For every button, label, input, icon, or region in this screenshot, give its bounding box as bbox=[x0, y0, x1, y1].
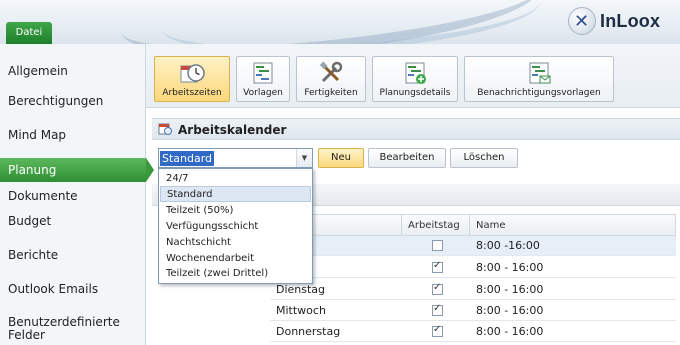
section-title: Arbeitskalender bbox=[178, 123, 287, 137]
table-row[interactable]: Mittwoch 8:00 - 16:00 bbox=[270, 301, 676, 321]
sidebar: Allgemein Berechtigungen Mind Map Planun… bbox=[0, 44, 154, 345]
workday-checkbox[interactable] bbox=[432, 260, 443, 273]
sidebar-item-budget[interactable]: Budget bbox=[0, 210, 146, 232]
section-header: Arbeitskalender bbox=[152, 118, 680, 140]
name-cell: 8:00 - 16:00 bbox=[476, 325, 544, 338]
table-row[interactable]: g 8:00 - 16:00 bbox=[270, 258, 676, 278]
name-cell: 8:00 -16:00 bbox=[476, 239, 540, 252]
edit-button[interactable]: Bearbeiten bbox=[368, 148, 446, 168]
dropdown-option[interactable]: Teilzeit (50%) bbox=[160, 203, 311, 219]
name-cell: 8:00 - 16:00 bbox=[476, 283, 544, 296]
planning-details-icon bbox=[405, 62, 426, 84]
dropdown-option[interactable]: 24/7 bbox=[160, 171, 311, 187]
sidebar-item-planung[interactable]: Planung bbox=[0, 158, 154, 182]
name-cell: 8:00 - 16:00 bbox=[476, 304, 544, 317]
ribbon-button-label: Fertigkeiten bbox=[304, 88, 358, 98]
column-header-name[interactable]: Name bbox=[470, 214, 676, 236]
ribbon-button-label: Planungsdetails bbox=[379, 88, 451, 98]
inloox-logo-icon: ✕ bbox=[568, 7, 596, 35]
dropdown-option[interactable]: Nachtschicht bbox=[160, 235, 311, 251]
ribbon-button-label: Vorlagen bbox=[243, 88, 283, 98]
column-header-workday[interactable]: Arbeitstag bbox=[402, 214, 470, 236]
workday-checkbox[interactable] bbox=[432, 282, 443, 295]
ribbon-button-vorlagen[interactable]: Vorlagen bbox=[236, 56, 290, 102]
calendar-icon bbox=[158, 123, 172, 135]
name-cell: 8:00 - 16:00 bbox=[476, 261, 544, 274]
dropdown-option[interactable]: Wochenendarbeit bbox=[160, 251, 311, 267]
sidebar-item-benutzerdefinierte-felder[interactable]: Benutzerdefinierte Felder bbox=[0, 316, 146, 345]
chevron-down-icon[interactable]: ▼ bbox=[296, 149, 312, 167]
calendar-select-value: Standard bbox=[160, 151, 215, 166]
workday-checkbox[interactable] bbox=[432, 324, 443, 337]
new-button[interactable]: Neu bbox=[318, 148, 364, 168]
template-icon bbox=[253, 62, 273, 84]
table-row[interactable]: Dienstag 8:00 - 16:00 bbox=[270, 280, 676, 300]
day-cell: Donnerstag bbox=[276, 325, 341, 338]
file-tab[interactable]: Datei bbox=[6, 22, 52, 44]
sidebar-item-mind-map[interactable]: Mind Map bbox=[0, 124, 146, 146]
ribbon-button-label: Arbeitszeiten bbox=[162, 88, 222, 98]
sidebar-item-allgemein[interactable]: Allgemein bbox=[0, 60, 146, 82]
clock-calendar-icon bbox=[180, 64, 205, 83]
brand-logo: ✕ InLoox bbox=[568, 6, 660, 36]
delete-button[interactable]: Löschen bbox=[450, 148, 518, 168]
dropdown-option[interactable]: Teilzeit (zwei Drittel) bbox=[160, 266, 311, 282]
sidebar-item-dokumente[interactable]: Dokumente bbox=[0, 186, 146, 206]
sidebar-item-outlook-emails[interactable]: Outlook Emails bbox=[0, 278, 146, 300]
notification-template-icon bbox=[529, 62, 551, 84]
ribbon-button-planungsdetails[interactable]: Planungsdetails bbox=[372, 56, 458, 102]
top-banner: Datei ✕ InLoox bbox=[0, 0, 680, 44]
ribbon-button-arbeitszeiten[interactable]: Arbeitszeiten bbox=[154, 56, 230, 102]
ribbon-button-fertigkeiten[interactable]: Fertigkeiten bbox=[296, 56, 366, 102]
sidebar-item-berichte[interactable]: Berichte bbox=[0, 244, 146, 266]
banner-decoration-secondary bbox=[158, 0, 542, 44]
calendar-select[interactable]: Standard ▼ bbox=[158, 148, 313, 168]
brand-name: InLoox bbox=[600, 10, 661, 31]
ribbon-button-benachrichtigungsvorlagen[interactable]: Benachrichtigungsvorlagen bbox=[464, 56, 614, 102]
tools-icon bbox=[319, 61, 343, 83]
workday-checkbox[interactable] bbox=[432, 240, 443, 251]
calendar-dropdown-list: 24/7 Standard Teilzeit (50%) Verfügungss… bbox=[158, 168, 313, 284]
day-cell: Mittwoch bbox=[276, 304, 326, 317]
dropdown-option[interactable]: Verfügungsschicht bbox=[160, 219, 311, 235]
table-row[interactable]: Donnerstag 8:00 - 16:00 bbox=[270, 322, 676, 342]
workday-checkbox[interactable] bbox=[432, 303, 443, 316]
table-row[interactable]: g 8:00 -16:00 bbox=[270, 236, 676, 256]
ribbon-button-label: Benachrichtigungsvorlagen bbox=[477, 88, 601, 98]
sidebar-item-berechtigungen[interactable]: Berechtigungen bbox=[0, 90, 146, 112]
dropdown-option-selected[interactable]: Standard bbox=[160, 186, 311, 202]
